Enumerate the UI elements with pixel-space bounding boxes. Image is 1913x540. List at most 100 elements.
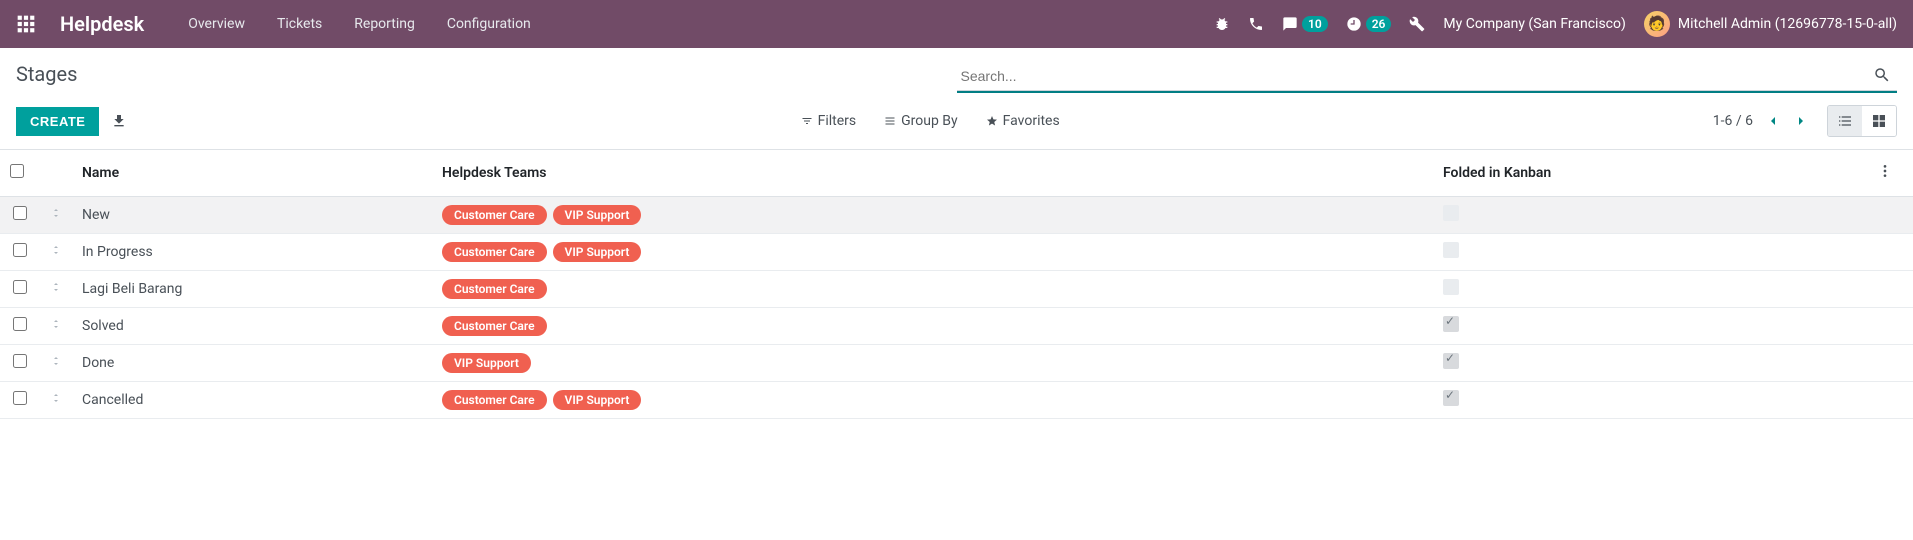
cell-folded[interactable] <box>1433 308 1873 345</box>
list-view-button[interactable] <box>1828 106 1862 136</box>
pager: 1-6 / 6 <box>1713 113 1809 129</box>
favorites-button[interactable]: Favorites <box>986 113 1060 129</box>
nav-reporting[interactable]: Reporting <box>354 16 415 32</box>
apps-icon[interactable] <box>16 14 36 34</box>
drag-handle-icon[interactable] <box>50 392 62 404</box>
th-teams[interactable]: Helpdesk Teams <box>432 150 1433 197</box>
table-row[interactable]: Lagi Beli Barang Customer Care <box>0 271 1913 308</box>
app-brand[interactable]: Helpdesk <box>60 12 144 36</box>
control-panel: Stages CREATE Filters Group By Favorites <box>0 48 1913 150</box>
page-title: Stages <box>16 62 77 86</box>
folded-checkbox[interactable] <box>1443 279 1459 295</box>
team-tag[interactable]: Customer Care <box>442 242 547 262</box>
cell-name[interactable]: Solved <box>72 308 432 345</box>
list-icon <box>1837 113 1853 129</box>
cell-name[interactable]: New <box>72 197 432 234</box>
nav-menu: Overview Tickets Reporting Configuration <box>188 16 531 32</box>
nav-tickets[interactable]: Tickets <box>277 16 322 32</box>
nav-overview[interactable]: Overview <box>188 16 245 32</box>
cell-teams[interactable]: Customer Care VIP Support <box>432 234 1433 271</box>
pager-text[interactable]: 1-6 / 6 <box>1713 113 1753 129</box>
top-navbar: Helpdesk Overview Tickets Reporting Conf… <box>0 0 1913 48</box>
row-checkbox[interactable] <box>13 243 27 257</box>
cell-folded[interactable] <box>1433 271 1873 308</box>
th-handle <box>40 150 72 197</box>
row-checkbox[interactable] <box>13 354 27 368</box>
table-row[interactable]: In Progress Customer Care VIP Support <box>0 234 1913 271</box>
cell-folded[interactable] <box>1433 345 1873 382</box>
folded-checkbox[interactable] <box>1443 205 1459 221</box>
row-checkbox[interactable] <box>13 391 27 405</box>
drag-handle-icon[interactable] <box>50 244 62 256</box>
th-checkbox <box>0 150 40 197</box>
cell-teams[interactable]: Customer Care VIP Support <box>432 382 1433 419</box>
column-menu-icon[interactable] <box>1883 162 1887 180</box>
row-checkbox[interactable] <box>13 317 27 331</box>
team-tag[interactable]: Customer Care <box>442 316 547 336</box>
team-tag[interactable]: VIP Support <box>553 205 642 225</box>
th-folded[interactable]: Folded in Kanban <box>1433 150 1873 197</box>
tools-icon[interactable] <box>1409 16 1425 32</box>
team-tag[interactable]: Customer Care <box>442 390 547 410</box>
search-input[interactable] <box>957 62 1898 91</box>
drag-handle-icon[interactable] <box>50 207 62 219</box>
folded-checkbox[interactable] <box>1443 242 1459 258</box>
groupby-button[interactable]: Group By <box>884 113 958 129</box>
team-tag[interactable]: VIP Support <box>553 390 642 410</box>
th-name[interactable]: Name <box>72 150 432 197</box>
cell-folded[interactable] <box>1433 382 1873 419</box>
cell-name[interactable]: Lagi Beli Barang <box>72 271 432 308</box>
cp-bottom-left: CREATE <box>16 107 127 136</box>
user-menu[interactable]: 🧑 Mitchell Admin (12696778-15-0-all) <box>1644 11 1897 37</box>
pager-prev[interactable] <box>1765 113 1781 129</box>
company-switcher[interactable]: My Company (San Francisco) <box>1443 16 1625 32</box>
drag-handle-icon[interactable] <box>50 318 62 330</box>
user-name: Mitchell Admin (12696778-15-0-all) <box>1678 16 1897 32</box>
cell-name[interactable]: Done <box>72 345 432 382</box>
table-row[interactable]: New Customer Care VIP Support <box>0 197 1913 234</box>
cell-name[interactable]: Cancelled <box>72 382 432 419</box>
table-row[interactable]: Cancelled Customer Care VIP Support <box>0 382 1913 419</box>
drag-handle-icon[interactable] <box>50 355 62 367</box>
folded-checkbox[interactable] <box>1443 390 1459 406</box>
team-tag[interactable]: Customer Care <box>442 205 547 225</box>
filters-label: Filters <box>818 113 857 129</box>
cell-teams[interactable]: Customer Care <box>432 271 1433 308</box>
table-row[interactable]: Solved Customer Care <box>0 308 1913 345</box>
team-tag[interactable]: VIP Support <box>553 242 642 262</box>
cell-name[interactable]: In Progress <box>72 234 432 271</box>
cell-teams[interactable]: Customer Care VIP Support <box>432 197 1433 234</box>
cell-folded[interactable] <box>1433 234 1873 271</box>
th-menu <box>1873 150 1913 197</box>
row-checkbox[interactable] <box>13 206 27 220</box>
table-row[interactable]: Done VIP Support <box>0 345 1913 382</box>
select-all-checkbox[interactable] <box>10 164 24 178</box>
cp-bottom-right: 1-6 / 6 <box>1713 105 1897 137</box>
table-header-row: Name Helpdesk Teams Folded in Kanban <box>0 150 1913 197</box>
cp-bottom-mid: Filters Group By Favorites <box>781 113 1060 129</box>
row-checkbox[interactable] <box>13 280 27 294</box>
drag-handle-icon[interactable] <box>50 281 62 293</box>
folded-checkbox[interactable] <box>1443 316 1459 332</box>
folded-checkbox[interactable] <box>1443 353 1459 369</box>
create-button[interactable]: CREATE <box>16 107 99 136</box>
activities-button[interactable]: 26 <box>1346 16 1392 32</box>
messages-button[interactable]: 10 <box>1282 16 1328 32</box>
cp-bottom: CREATE Filters Group By Favorites 1-6 / … <box>0 99 1913 149</box>
cell-teams[interactable]: VIP Support <box>432 345 1433 382</box>
nav-configuration[interactable]: Configuration <box>447 16 531 32</box>
navbar-left: Helpdesk Overview Tickets Reporting Conf… <box>16 12 531 36</box>
filters-button[interactable]: Filters <box>801 113 857 129</box>
team-tag[interactable]: Customer Care <box>442 279 547 299</box>
cell-teams[interactable]: Customer Care <box>432 308 1433 345</box>
clock-icon <box>1346 16 1362 32</box>
avatar: 🧑 <box>1644 11 1670 37</box>
search-icon[interactable] <box>1873 66 1891 84</box>
kanban-view-button[interactable] <box>1862 106 1896 136</box>
cell-folded[interactable] <box>1433 197 1873 234</box>
bug-icon[interactable] <box>1214 16 1230 32</box>
pager-next[interactable] <box>1793 113 1809 129</box>
phone-icon[interactable] <box>1248 16 1264 32</box>
team-tag[interactable]: VIP Support <box>442 353 531 373</box>
download-icon[interactable] <box>111 113 127 129</box>
